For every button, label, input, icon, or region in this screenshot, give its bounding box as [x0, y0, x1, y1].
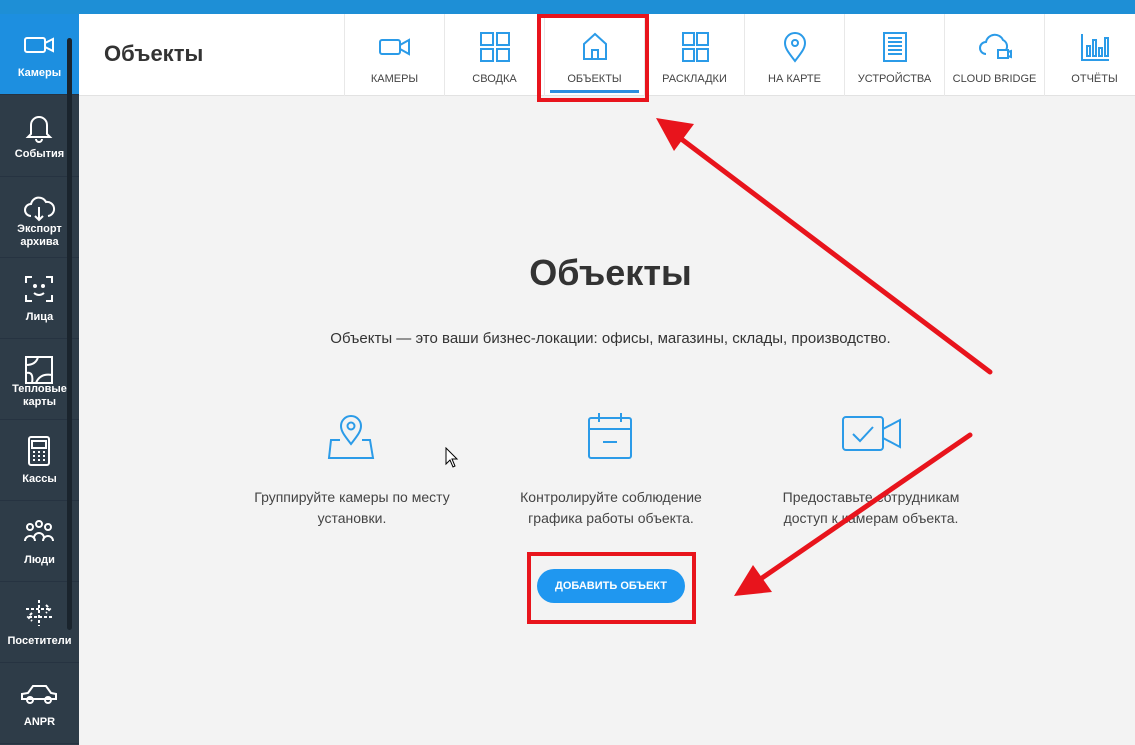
tab-cloud-bridge[interactable]: CLOUD BRIDGE [944, 14, 1044, 96]
tab-cameras[interactable]: КАМЕРЫ [344, 14, 444, 96]
sidebar: Камеры События Экспорт архива Лица Тепло… [0, 14, 79, 745]
feature-text-line: графика работы объекта. [528, 510, 694, 526]
server-icon [883, 32, 907, 62]
tab-label: УСТРОЙСТВА [857, 73, 932, 85]
page-title: Объекты [104, 41, 204, 66]
sidebar-item-label: Посетители [7, 635, 72, 647]
cloud-download-icon [24, 196, 56, 222]
top-bar [0, 0, 1135, 14]
heatmap-icon [25, 356, 53, 384]
feature-text-line: установки. [317, 510, 387, 526]
sidebar-scrollbar[interactable] [67, 38, 72, 630]
cash-register-icon [28, 436, 50, 466]
highlight-box-add-button [527, 552, 696, 624]
annotation-arrows [656, 118, 993, 596]
map-pin-icon [783, 32, 807, 63]
feature-text-line: Группируйте камеры по месту [254, 489, 450, 505]
arrowhead-to-button [734, 565, 772, 596]
cloud-bridge-icon [979, 33, 1012, 59]
highlight-box-objects-tab [537, 14, 649, 102]
car-icon [21, 685, 57, 704]
feature-text-line: Предоставьте сотрудникам [782, 489, 960, 505]
tab-devices[interactable]: УСТРОЙСТВА [844, 14, 944, 96]
feature-access-text: Предоставьте сотрудникам доступ к камера… [751, 487, 991, 529]
arrowhead-to-tab [656, 118, 694, 151]
tab-label: СВОДКА [472, 73, 517, 85]
tab-label: CLOUD BRIDGE [952, 73, 1037, 85]
feature-grouping-text: Группируйте камеры по месту установки. [232, 487, 472, 529]
grid-icon [480, 32, 510, 62]
tab-layouts[interactable]: РАСКЛАДКИ [644, 14, 744, 96]
sidebar-item-anpr[interactable]: ANPR [0, 663, 79, 744]
tab-summary[interactable]: СВОДКА [444, 14, 544, 96]
visitors-arrows-icon [26, 600, 52, 626]
bar-chart-icon [1081, 34, 1109, 61]
video-camera-icon [24, 37, 54, 53]
tab-label: КАМЕРЫ [370, 73, 419, 85]
video-camera-icon [379, 38, 410, 56]
calendar-icon [588, 413, 632, 459]
feature-schedule-text: Контролируйте соблюдение графика работы … [491, 487, 731, 529]
main-subtitle: Объекты — это ваши бизнес-локации: офисы… [330, 330, 891, 347]
feature-text-line: Контролируйте соблюдение [520, 489, 702, 505]
main-title: Объекты [529, 252, 692, 293]
people-icon [24, 520, 54, 542]
video-check-icon [842, 416, 901, 451]
layout-icon [682, 32, 709, 62]
tab-label: НА КАРТЕ [768, 73, 821, 85]
bell-icon [25, 116, 53, 143]
tab-on-map[interactable]: НА КАРТЕ [744, 14, 844, 96]
face-scan-icon [25, 276, 53, 302]
map-location-icon [327, 415, 375, 459]
tab-label: ОТЧЁТЫ [1071, 73, 1118, 85]
tab-label: РАСКЛАДКИ [662, 73, 727, 85]
feature-text-line: доступ к камерам объекта. [783, 510, 959, 526]
sidebar-item-label: ANPR [23, 716, 56, 728]
tab-reports[interactable]: ОТЧЁТЫ [1044, 14, 1135, 96]
mouse-cursor-icon [445, 447, 459, 468]
